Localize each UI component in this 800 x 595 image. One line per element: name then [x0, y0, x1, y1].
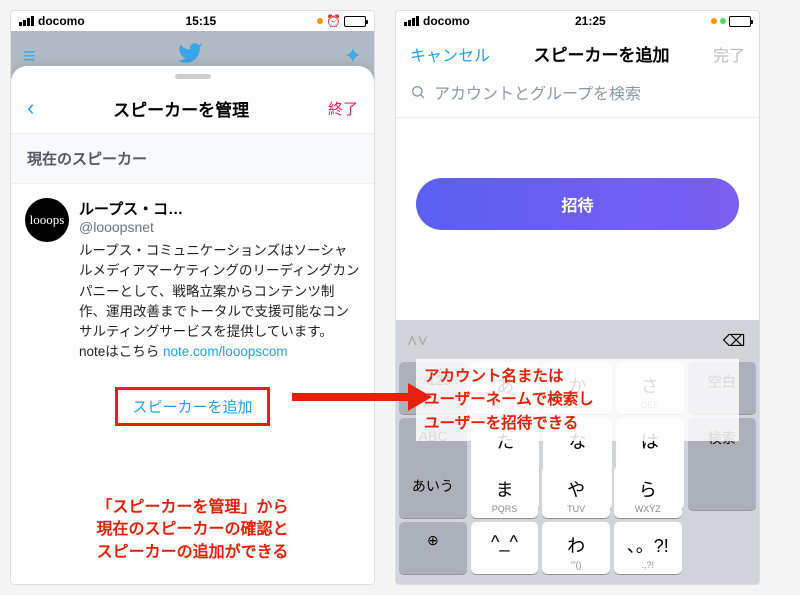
speaker-bio: ループス・コミュニケーションズはソーシャルメディアマーケティングのリーディングカ…	[79, 241, 360, 363]
page-title: スピーカーを追加	[534, 41, 670, 66]
speaker-handle: @looopsnet	[79, 219, 360, 235]
speaker-name: ループス・コ…	[79, 198, 360, 219]
battery-icon	[344, 16, 366, 27]
search-row	[396, 76, 759, 118]
key[interactable]: ^_^	[471, 522, 539, 574]
search-icon	[410, 84, 426, 105]
done-button-disabled: 完了	[713, 42, 745, 66]
add-speaker-link[interactable]: スピーカーを追加	[115, 387, 269, 426]
cancel-button[interactable]: キャンセル	[410, 42, 490, 66]
sheet-handle[interactable]	[175, 74, 211, 79]
kb-up-icon[interactable]: ˄	[407, 331, 418, 352]
section-current-speakers: 現在のスピーカー	[11, 134, 374, 184]
recording-indicator-icon	[711, 18, 717, 24]
backspace-icon[interactable]: ⌫	[720, 330, 748, 352]
battery-charging-icon	[729, 16, 751, 27]
speaker-list-item: looops ループス・コ… @looopsnet ループス・コミュニケーション…	[11, 184, 374, 377]
manage-speakers-sheet: ‹ スピーカーを管理 終了 現在のスピーカー looops ループス・コ… @l…	[11, 66, 374, 584]
status-bar: docomo 15:15 ⏰	[11, 11, 374, 31]
signal-icon	[404, 16, 419, 26]
carrier-label: docomo	[423, 14, 470, 28]
phone-right: docomo 21:25 キャンセル スピーカーを追加 完了 招待 アカウント名…	[395, 10, 760, 585]
avatar[interactable]: looops	[25, 198, 69, 242]
key[interactable]: わ'"()	[542, 522, 610, 574]
recording-indicator-icon	[317, 18, 323, 24]
kb-down-icon[interactable]: ˅	[418, 331, 429, 352]
key[interactable]: やTUV	[542, 466, 610, 518]
phone-left: docomo 15:15 ⏰ ≡ ✦ ‹ スピーカーを管理 終了 現在のスピーカ…	[10, 10, 375, 585]
sheet-title: スピーカーを管理	[113, 96, 249, 121]
key[interactable]: らWXYZ	[614, 466, 682, 518]
done-button[interactable]: 終了	[328, 98, 358, 119]
key-globe[interactable]: ⊕	[399, 522, 467, 574]
annotation-left: 「スピーカーを管理」から 現在のスピーカーの確認と スピーカーの追加ができる	[11, 497, 374, 564]
indicator-icon	[720, 18, 726, 24]
carrier-label: docomo	[38, 14, 85, 28]
key[interactable]: 、。?!.,?!	[614, 522, 682, 574]
key-mode-kana[interactable]: あいう	[399, 466, 467, 518]
add-speaker-nav: キャンセル スピーカーを追加 完了	[396, 31, 759, 76]
alarm-icon: ⏰	[326, 14, 341, 28]
key[interactable]: まPQRS	[471, 466, 539, 518]
clock: 15:15	[186, 14, 217, 28]
back-chevron-icon[interactable]: ‹	[27, 95, 34, 121]
clock: 21:25	[575, 14, 606, 28]
status-bar: docomo 21:25	[396, 11, 759, 31]
arrow-icon	[292, 385, 432, 409]
invite-button[interactable]: 招待	[416, 178, 739, 230]
bio-link[interactable]: note.com/looopscom	[163, 344, 288, 359]
signal-icon	[19, 16, 34, 26]
annotation-right: アカウント名または ユーザーネームで検索し ユーザーを招待できる	[416, 359, 739, 441]
search-input[interactable]	[434, 86, 745, 104]
